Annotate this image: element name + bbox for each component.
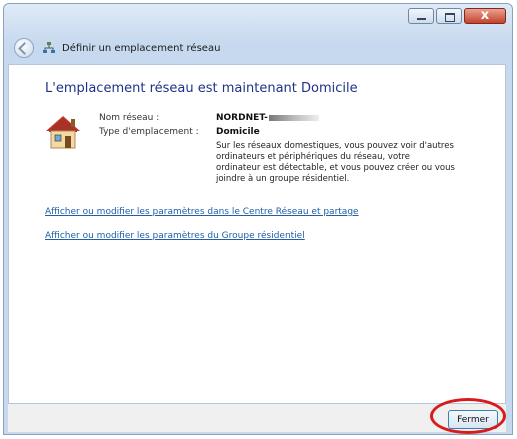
network-name-label: Nom réseau : [99, 113, 160, 123]
title-nav-row: Définir un emplacement réseau [14, 38, 220, 58]
network-name-value: NORDNET- [216, 113, 319, 123]
home-network-icon [46, 116, 80, 149]
window-title: Définir un emplacement réseau [62, 42, 221, 54]
description-line: ordinateurs et périphériques du réseau, … [216, 152, 411, 162]
content-panel: L'emplacement réseau est maintenant Domi… [8, 64, 506, 404]
minimize-icon[interactable] [408, 8, 434, 24]
description-line: Sur les réseaux domestiques, vous pouvez… [216, 141, 454, 151]
location-description: Sur les réseaux domestiques, vous pouvez… [216, 141, 466, 185]
link-homegroup-settings[interactable]: Afficher ou modifier les paramètres du G… [45, 231, 305, 241]
window-controls: x [408, 8, 506, 24]
highlight-circle [430, 398, 506, 434]
redacted-network-suffix [268, 114, 319, 121]
location-type-value: Domicile [216, 127, 260, 137]
location-type-label: Type d'emplacement : [99, 127, 199, 137]
page-title: L'emplacement réseau est maintenant Domi… [45, 81, 358, 96]
maximize-icon[interactable] [436, 8, 462, 24]
network-name-text: NORDNET- [216, 113, 268, 123]
network-icon [43, 42, 55, 53]
back-arrow-icon[interactable] [14, 38, 34, 58]
close-icon[interactable]: x [464, 8, 506, 24]
description-line: ordinateur est détectable, et vous pouve… [216, 163, 455, 173]
link-network-sharing-center[interactable]: Afficher ou modifier les paramètres dans… [45, 207, 359, 217]
dialog-window: x Définir un emplacement réseau L'emplac… [0, 0, 517, 439]
close-glyph: x [480, 8, 490, 23]
description-line: joindre à un groupe résidentiel. [216, 174, 350, 184]
